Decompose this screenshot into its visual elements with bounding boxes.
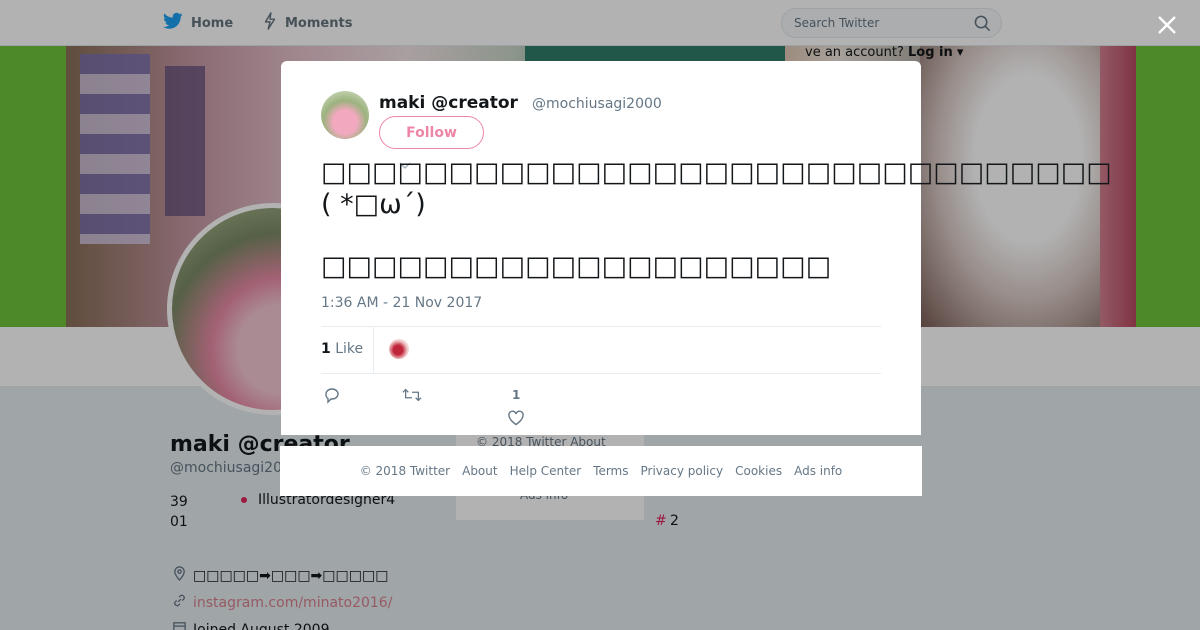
reply-icon[interactable] <box>323 386 341 408</box>
footer-link-about[interactable]: About <box>462 464 497 478</box>
like-stat[interactable]: 1 Like <box>321 341 363 357</box>
tweet-text-line: ( *□ω´) <box>321 189 426 220</box>
tweet-text-line: □□□□□□□□□□□□□□□□□□□□□□□□□□□□□□□ <box>321 157 1112 188</box>
footer-link-terms[interactable]: Terms <box>593 464 628 478</box>
like-label: Like <box>335 341 364 357</box>
modal-footer: © 2018 Twitter About Help Center Terms P… <box>280 446 922 496</box>
tweet-author-avatar[interactable] <box>321 91 369 139</box>
footer-link-help-center[interactable]: Help Center <box>510 464 582 478</box>
liker-avatar[interactable] <box>389 339 409 359</box>
close-icon[interactable] <box>1154 12 1180 38</box>
heart-icon[interactable] <box>507 409 525 431</box>
footer-link-cookies[interactable]: Cookies <box>735 464 782 478</box>
tweet-author-name[interactable]: maki @creator <box>379 93 518 113</box>
tweet-text-line: □□□□□□□□□□□□□□□□□□□□ <box>321 251 832 282</box>
divider <box>373 327 374 374</box>
action-like-count: 1 <box>512 388 521 402</box>
tweet-modal: maki @creator @mochiusagi2000 Follow □□□… <box>281 61 1112 435</box>
tweet-text: □□□□□□□□□□□□□□□□□□□□□□□□□□□□□□□ ( *□ω´) <box>321 157 1112 221</box>
footer-link-privacy[interactable]: Privacy policy <box>641 464 724 478</box>
like-count: 1 <box>321 341 331 357</box>
tweet-author-handle[interactable]: @mochiusagi2000 <box>532 96 662 112</box>
follow-button[interactable]: Follow <box>379 116 484 149</box>
retweet-icon[interactable] <box>402 386 422 408</box>
tweet-timestamp[interactable]: 1:36 AM - 21 Nov 2017 <box>321 295 482 311</box>
footer-link-ads-info[interactable]: Ads info <box>794 464 842 478</box>
footer-copyright: © 2018 Twitter <box>359 464 451 478</box>
tweet-stats: 1 Like <box>321 326 881 374</box>
